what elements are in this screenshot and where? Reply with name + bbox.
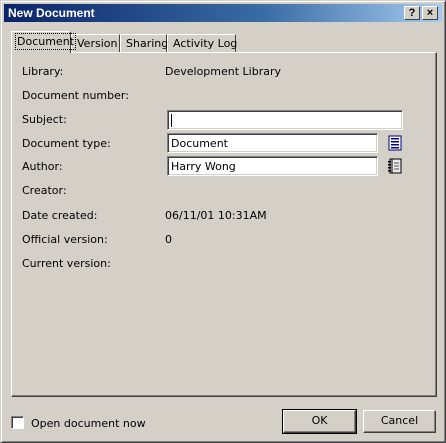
- library-value: Development Library: [165, 65, 282, 78]
- title-bar[interactable]: New Document ? ×: [4, 4, 442, 22]
- text-caret: [171, 114, 172, 127]
- list-icon[interactable]: [386, 134, 404, 152]
- subject-label: Subject:: [22, 113, 67, 126]
- new-document-dialog: New Document ? × Document Version Sharin…: [0, 0, 446, 443]
- subject-input[interactable]: [167, 110, 403, 130]
- ok-button[interactable]: OK: [282, 409, 357, 434]
- document-type-field[interactable]: Document: [167, 133, 378, 153]
- author-field[interactable]: Harry Wong: [167, 156, 378, 176]
- date-created-value: 06/11/01 10:31AM: [165, 209, 267, 222]
- official-version-value: 0: [165, 233, 172, 246]
- date-created-label: Date created:: [22, 209, 98, 222]
- open-now-checkbox[interactable]: [11, 416, 24, 429]
- library-label: Library:: [22, 65, 64, 78]
- tab-sharing[interactable]: Sharing: [120, 34, 168, 52]
- close-button[interactable]: ×: [422, 6, 438, 20]
- official-version-label: Official version:: [22, 233, 108, 246]
- document-type-label: Document type:: [22, 137, 111, 150]
- document-number-label: Document number:: [22, 89, 129, 102]
- cancel-button[interactable]: Cancel: [363, 410, 436, 433]
- document-tab-panel: [11, 52, 437, 397]
- open-now-label[interactable]: Open document now: [31, 417, 146, 430]
- author-label: Author:: [22, 160, 63, 173]
- creator-label: Creator:: [22, 184, 67, 197]
- current-version-label: Current version:: [22, 257, 111, 270]
- tab-activity-log[interactable]: Activity Log: [167, 34, 237, 52]
- tab-version[interactable]: Version: [71, 34, 120, 52]
- address-book-icon[interactable]: [386, 157, 404, 175]
- window-title: New Document: [8, 6, 95, 20]
- tab-document[interactable]: Document: [11, 31, 76, 53]
- help-button[interactable]: ?: [404, 6, 420, 20]
